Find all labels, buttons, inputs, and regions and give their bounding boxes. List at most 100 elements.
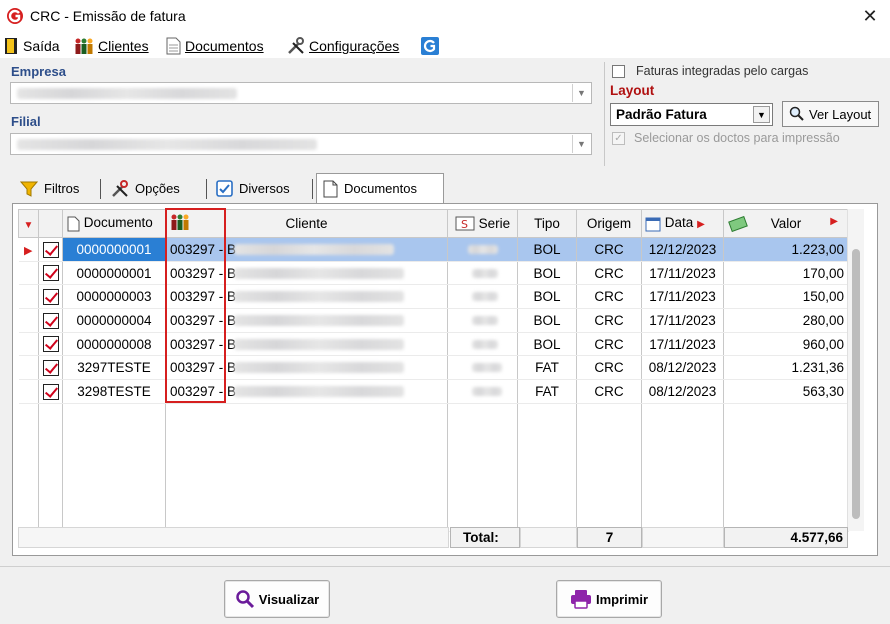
row-indicator: ▶ — [18, 237, 39, 262]
ver-layout-button[interactable]: Ver Layout — [782, 101, 879, 127]
selecionar-doctos-checkbox[interactable]: ✓ — [612, 132, 625, 145]
clients-people-icon — [75, 38, 93, 54]
cell-documento[interactable]: 0000000003 — [62, 284, 166, 310]
menu-saida[interactable]: Saída — [4, 36, 60, 56]
header-tipo[interactable]: Tipo — [517, 209, 577, 238]
cell-documento[interactable]: 0000000001 — [62, 261, 166, 286]
filial-value-redacted — [17, 139, 317, 150]
cell-data[interactable]: 17/11/2023 — [641, 284, 724, 310]
cell-serie[interactable] — [447, 379, 518, 404]
table-row[interactable]: 3297TESTE 003297 - B FAT CRC 08/12/2023 … — [18, 355, 849, 381]
row-checkbox[interactable] — [38, 284, 63, 310]
menu-clientes[interactable]: Clientes — [74, 36, 149, 56]
cell-data[interactable]: 08/12/2023 — [641, 379, 724, 404]
menu-documentos[interactable]: Documentos — [166, 36, 264, 56]
table-row[interactable]: 0000000004 003297 - B BOL CRC 17/11/2023… — [18, 308, 849, 333]
cell-documento[interactable]: 3297TESTE — [62, 355, 166, 381]
sort-down-icon: ▼ — [23, 220, 34, 231]
row-checkbox[interactable] — [38, 355, 63, 381]
cell-valor[interactable]: 1.223,00 — [723, 237, 849, 262]
cell-origem[interactable]: CRC — [576, 284, 642, 310]
totals-spacer — [642, 527, 724, 548]
cell-data[interactable]: 17/11/2023 — [641, 332, 724, 357]
cell-data[interactable]: 17/11/2023 — [641, 308, 724, 333]
cell-tipo[interactable]: FAT — [517, 355, 577, 381]
row-checkbox[interactable] — [38, 379, 63, 404]
layout-select[interactable]: Padrão Fatura ▼ — [610, 103, 773, 126]
table-row[interactable]: 0000000008 003297 - B BOL CRC 17/11/2023… — [18, 332, 849, 357]
cell-serie[interactable] — [447, 284, 518, 310]
window-title: CRC - Emissão de fatura — [30, 8, 186, 24]
tab-diversos[interactable]: Diversos — [210, 175, 296, 202]
cell-tipo[interactable]: BOL — [517, 284, 577, 310]
cell-data[interactable]: 12/12/2023 — [641, 237, 724, 262]
filial-select[interactable]: ▼ — [10, 133, 592, 155]
cell-origem[interactable]: CRC — [576, 332, 642, 357]
chevron-down-icon[interactable]: ▼ — [572, 135, 590, 153]
cell-serie[interactable] — [447, 308, 518, 333]
close-icon[interactable]: ✕ — [858, 4, 882, 28]
header-origem[interactable]: Origem — [576, 209, 642, 238]
client-code-highlight — [165, 208, 226, 403]
row-checkbox[interactable] — [38, 261, 63, 286]
checkbox-icon — [216, 180, 233, 197]
visualizar-button[interactable]: Visualizar — [224, 580, 330, 618]
cell-tipo[interactable]: FAT — [517, 379, 577, 404]
cell-origem[interactable]: CRC — [576, 308, 642, 333]
cell-valor[interactable]: 960,00 — [723, 332, 849, 357]
cell-documento[interactable]: 0000000001 — [62, 237, 166, 262]
table-row[interactable]: 0000000003 003297 - B BOL CRC 17/11/2023… — [18, 284, 849, 310]
row-checkbox[interactable] — [38, 237, 63, 262]
cell-serie[interactable] — [447, 355, 518, 381]
cell-origem[interactable]: CRC — [576, 379, 642, 404]
row-checkbox[interactable] — [38, 332, 63, 357]
cell-valor[interactable]: 1.231,36 — [723, 355, 849, 381]
table-row[interactable]: ▶ 0000000001 003297 - B BOL CRC 12/12/20… — [18, 237, 849, 262]
calendar-icon — [645, 217, 661, 232]
chevron-down-icon[interactable]: ▼ — [572, 84, 590, 102]
cell-valor[interactable]: 150,00 — [723, 284, 849, 310]
header-serie[interactable]: S Serie — [447, 209, 518, 238]
tab-opcoes[interactable]: Opções — [105, 175, 186, 202]
cell-documento[interactable]: 0000000008 — [62, 332, 166, 357]
faturas-integradas-checkbox[interactable] — [612, 65, 625, 78]
header-documento[interactable]: Documento — [62, 209, 166, 238]
cell-data[interactable]: 08/12/2023 — [641, 355, 724, 381]
scrollbar-thumb[interactable] — [852, 249, 860, 519]
serie-redacted — [472, 339, 498, 349]
cell-documento[interactable]: 3298TESTE — [62, 379, 166, 404]
table-row[interactable]: 0000000001 003297 - B BOL CRC 17/11/2023… — [18, 261, 849, 286]
cell-serie[interactable] — [447, 332, 518, 357]
header-indicator[interactable]: ▼ — [18, 209, 39, 238]
tab-documentos[interactable]: Documentos — [316, 173, 444, 203]
header-valor[interactable]: Valor ▶ — [723, 209, 849, 238]
cell-origem[interactable]: CRC — [576, 355, 642, 381]
header-check[interactable] — [38, 209, 63, 238]
menu-configuracoes[interactable]: Configurações — [287, 36, 399, 56]
imprimir-button[interactable]: Imprimir — [556, 580, 662, 618]
cell-valor[interactable]: 280,00 — [723, 308, 849, 333]
menu-g-logo[interactable] — [421, 36, 439, 56]
cell-tipo[interactable]: BOL — [517, 261, 577, 286]
invoice-serie-icon: S — [455, 216, 475, 231]
table-row[interactable]: 3298TESTE 003297 - B FAT CRC 08/12/2023 … — [18, 379, 849, 404]
visualizar-label: Visualizar — [258, 591, 320, 607]
cell-tipo[interactable]: BOL — [517, 308, 577, 333]
tab-filtros[interactable]: Filtros — [14, 175, 85, 202]
header-data[interactable]: Data ▶ — [641, 209, 724, 238]
cell-documento[interactable]: 0000000004 — [62, 308, 166, 333]
cell-valor[interactable]: 170,00 — [723, 261, 849, 286]
cell-origem[interactable]: CRC — [576, 261, 642, 286]
vertical-scrollbar[interactable] — [847, 209, 864, 531]
cell-serie[interactable] — [447, 237, 518, 262]
empresa-select[interactable]: ▼ — [10, 82, 592, 104]
checked-icon — [43, 265, 59, 282]
cell-serie[interactable] — [447, 261, 518, 286]
cell-origem[interactable]: CRC — [576, 237, 642, 262]
chevron-down-icon[interactable]: ▼ — [753, 106, 770, 123]
cell-tipo[interactable]: BOL — [517, 332, 577, 357]
cell-data[interactable]: 17/11/2023 — [641, 261, 724, 286]
row-checkbox[interactable] — [38, 308, 63, 333]
cell-valor[interactable]: 563,30 — [723, 379, 849, 404]
cell-tipo[interactable]: BOL — [517, 237, 577, 262]
